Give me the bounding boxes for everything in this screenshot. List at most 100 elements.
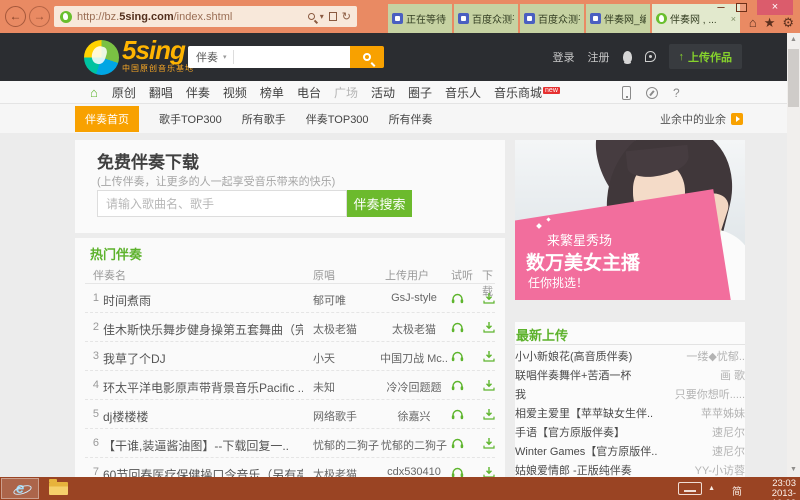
taskbar-clock[interactable]: 23:03 2013-10-22 [772,479,796,500]
download-icon[interactable] [483,292,495,307]
help-icon[interactable]: ? [673,86,680,100]
search-icon[interactable] [308,13,315,20]
song-name[interactable]: 我草了个DJ [103,350,166,367]
home-icon[interactable]: ⌂ [749,15,757,31]
nav-item[interactable]: 原创 [112,84,136,101]
download-icon[interactable] [483,437,495,452]
uploader-name[interactable]: GsJ-style [375,292,453,304]
listen-icon[interactable] [451,466,464,477]
maximize-button[interactable] [736,3,747,12]
item-uploader[interactable]: 画 歌 [720,367,745,383]
item-name[interactable]: 姑娘爱情郎 -正版纯伴奏 [515,462,632,478]
ime-label[interactable]: 简体 [732,483,742,500]
subnav-item[interactable]: 伴奏TOP300 [306,106,369,132]
page-scrollbar[interactable]: ▲ ▼ [787,33,800,477]
item-name[interactable]: 手语【官方原版伴奏】 [515,424,625,440]
download-icon[interactable] [483,466,495,477]
download-icon[interactable] [483,350,495,365]
listen-icon[interactable] [451,379,464,394]
item-uploader[interactable]: 速尼尔 [712,443,745,459]
item-uploader[interactable]: 苹苹姊妹 [701,405,745,421]
song-name[interactable]: dj楼楼楼 [103,408,148,425]
song-name[interactable]: 环太平洋电影原声带背景音乐Pacific .. [103,379,303,396]
refresh-icon[interactable]: ↻ [342,10,351,23]
listen-icon[interactable] [451,408,464,423]
nav-item[interactable]: 广场 [334,84,358,101]
uploader-name[interactable]: 徐嘉兴 [375,408,453,424]
nav-item[interactable]: 音乐人 [445,84,481,101]
listen-icon[interactable] [451,292,464,307]
song-name[interactable]: 佳木斯快乐舞步健身操第五套舞曲（完.. [103,321,303,338]
uploader-name[interactable]: 太极老猫 [375,321,453,337]
ad-banner[interactable]: 来繁星秀场 数万美女主播 任你挑选！ [515,140,745,300]
settings-gear-icon[interactable]: ⚙ [782,15,794,31]
nav-item[interactable]: 电台 [297,84,321,101]
item-name[interactable]: Winter Games【官方原版伴.. [515,443,657,459]
song-name[interactable]: 【干谁,装逼酱油图】--下载回复一.. [103,437,289,454]
scroll-up-icon[interactable]: ▲ [787,33,800,47]
item-uploader[interactable]: 速尼尔 [712,424,745,440]
login-link[interactable]: 登录 [553,49,575,65]
browser-back-button[interactable]: ← [5,6,26,27]
uploader-name[interactable]: 忧郁的二狗子 [375,437,453,453]
favorites-star-icon[interactable]: ★ [764,15,776,31]
site-logo[interactable]: 5sing 中国原创音乐基地 [84,38,194,75]
scroll-down-icon[interactable]: ▼ [787,463,800,477]
browser-forward-button[interactable]: → [29,6,50,27]
header-search-button[interactable] [350,46,384,68]
keyboard-icon[interactable] [678,482,702,495]
upload-works-button[interactable]: ↑ 上传作品 [669,44,743,69]
amateur-link[interactable]: 业余中的业余 [660,111,726,127]
item-uploader[interactable]: YY-小访蓉 [695,462,745,478]
nav-item[interactable]: 榜单 [260,84,284,101]
item-uploader[interactable]: 只要你想听..... [675,386,745,402]
uploader-name[interactable]: 中国刀战 Mc.. [375,350,453,366]
ie-taskbar-button[interactable]: e [1,478,39,499]
nav-item[interactable]: 翻唱 [149,84,173,101]
download-icon[interactable] [483,408,495,423]
nav-item[interactable]: 伴奏 [186,84,210,101]
accompaniment-search-input[interactable] [97,190,347,217]
nav-item[interactable]: 活动 [371,84,395,101]
nav-item[interactable]: 圈子 [408,84,432,101]
item-name[interactable]: 我 [515,386,526,402]
explorer-taskbar-button[interactable] [46,480,70,497]
song-name[interactable]: 时间煮雨 [103,292,151,309]
header-search-input[interactable] [234,48,350,66]
browser-tab[interactable]: 伴奏网_编辑... [586,4,650,33]
browser-tab[interactable]: 百度众测平... [454,4,518,33]
item-name[interactable]: 小小新娘花(高音质伴奏) [515,348,632,364]
subnav-item[interactable]: 伴奏首页 [75,106,139,132]
item-name[interactable]: 相爱主爱里【苹苹缺女生伴.. [515,405,653,421]
download-icon[interactable] [483,321,495,336]
subnav-item[interactable]: 歌手TOP300 [159,106,222,132]
nav-home-icon[interactable]: ⌂ [90,85,98,100]
accompaniment-search-button[interactable]: 伴奏搜索 [347,190,412,217]
compass-icon[interactable] [646,87,658,99]
nav-item[interactable]: 视频 [223,84,247,101]
chevron-down-icon[interactable]: ▾ [320,12,324,21]
item-uploader[interactable]: 一缕◆忧郁.. [686,348,745,364]
listen-icon[interactable] [451,321,464,336]
browser-tab[interactable]: 正在等待 bai... [388,4,452,33]
scrollbar-thumb[interactable] [788,49,799,107]
uploader-name[interactable]: cdx530410 [375,466,453,477]
weibo-icon[interactable] [645,51,656,62]
arrow-right-icon[interactable] [731,113,743,125]
tab-close-icon[interactable]: × [731,14,736,24]
subnav-item[interactable]: 所有伴奏 [389,106,433,132]
listen-icon[interactable] [451,437,464,452]
mobile-icon[interactable] [622,86,631,100]
address-bar[interactable]: http://bz.5sing.com/index.shtml ▾ ↻ [54,6,357,27]
compatibility-icon[interactable] [329,12,337,21]
register-link[interactable]: 注册 [588,49,610,65]
listen-icon[interactable] [451,350,464,365]
close-button[interactable]: × [757,0,793,15]
subnav-item[interactable]: 所有歌手 [242,106,286,132]
search-category-dropdown[interactable]: 伴奏 [188,49,223,65]
uploader-name[interactable]: 冷冷回题题 [375,379,453,395]
minimize-button[interactable]: – [712,2,730,14]
download-icon[interactable] [483,379,495,394]
song-name[interactable]: 60节回春医疗保健操口令音乐（另有高.. [103,466,303,477]
item-name[interactable]: 联唱伴奏舞伴+苦酒一杯 [515,367,631,383]
